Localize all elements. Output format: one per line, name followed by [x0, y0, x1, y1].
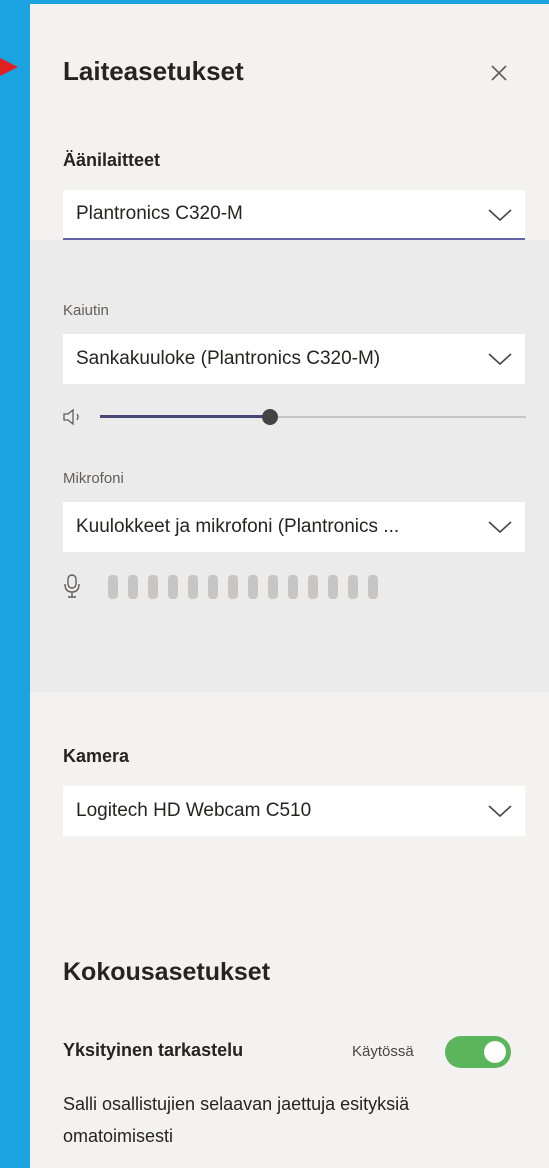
- audio-devices-label: Äänilaitteet: [63, 150, 161, 170]
- camera-dropdown[interactable]: Logitech HD Webcam C510: [63, 786, 525, 836]
- volume-fill: [100, 415, 271, 418]
- microphone-dropdown[interactable]: Kuulokkeet ja mikrofoni (Plantronics ...: [63, 502, 525, 552]
- volume-thumb[interactable]: [262, 409, 279, 425]
- microphone-device-value: Kuulokkeet ja mikrofoni (Plantronics ...: [76, 516, 400, 537]
- speaker-label: Kaiutin: [63, 302, 109, 319]
- mic-level-segment: [308, 575, 318, 599]
- private-view-toggle[interactable]: [445, 1036, 511, 1068]
- microphone-label: Mikrofoni: [63, 470, 124, 487]
- toggle-knob: [484, 1041, 506, 1063]
- app-window-edge: [0, 0, 30, 1168]
- mic-level-segment: [228, 575, 238, 599]
- camera-label: Kamera: [63, 746, 130, 766]
- microphone-level-meter: [108, 575, 378, 599]
- mic-level-segment: [268, 575, 278, 599]
- mic-level-segment: [248, 575, 258, 599]
- speaker-volume-icon: [63, 408, 79, 426]
- speaker-device-value: Sankakuuloke (Plantronics C320-M): [76, 348, 381, 369]
- private-view-description: Salli osallistujien selaavan jaettuja es…: [63, 1094, 410, 1146]
- audio-device-value: Plantronics C320-M: [76, 203, 243, 224]
- meeting-settings-heading: Kokousasetukset: [63, 958, 271, 986]
- toggle-state-text: Käytössä: [352, 1043, 414, 1060]
- chevron-down-icon: [488, 209, 512, 222]
- chevron-down-icon: [488, 353, 512, 366]
- private-view-label: Yksityinen tarkastelu: [63, 1040, 244, 1060]
- mic-level-segment: [168, 575, 178, 599]
- volume-slider[interactable]: [100, 405, 526, 429]
- audio-device-dropdown[interactable]: Plantronics C320-M: [63, 190, 525, 240]
- microphone-icon: [64, 574, 80, 598]
- annotation-arrow: [0, 58, 18, 76]
- chevron-down-icon: [488, 521, 512, 534]
- mic-level-segment: [208, 575, 218, 599]
- close-icon: [491, 65, 507, 81]
- mic-level-segment: [368, 575, 378, 599]
- speaker-dropdown[interactable]: Sankakuuloke (Plantronics C320-M): [63, 334, 525, 384]
- mic-level-segment: [148, 575, 158, 599]
- mic-level-segment: [348, 575, 358, 599]
- mic-level-segment: [188, 575, 198, 599]
- close-button[interactable]: [482, 56, 516, 90]
- mic-level-segment: [288, 575, 298, 599]
- mic-level-segment: [328, 575, 338, 599]
- chevron-down-icon: [488, 805, 512, 818]
- mic-level-segment: [128, 575, 138, 599]
- camera-device-value: Logitech HD Webcam C510: [76, 800, 312, 821]
- mic-level-segment: [108, 575, 118, 599]
- panel-title: Laiteasetukset: [63, 56, 244, 86]
